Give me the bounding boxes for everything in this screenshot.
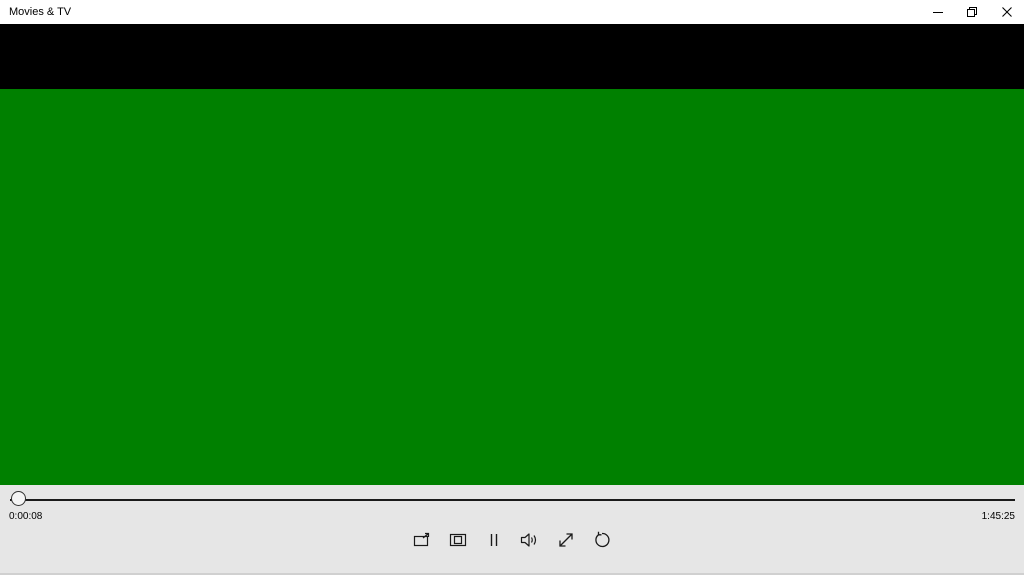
letterbox-bar [0,24,1024,89]
expand-icon [559,533,573,547]
minimize-button[interactable] [920,0,956,24]
volume-icon [520,533,537,547]
full-screen-button[interactable] [552,527,580,553]
title-bar[interactable]: Movies & TV [0,0,1024,24]
time-elapsed: 0:00:08 [9,511,43,522]
cast-to-device-button[interactable] [408,527,436,553]
movies-tv-window: Movies & TV 0:00:08 1:45:25 [0,0,1024,575]
volume-button[interactable] [516,527,544,553]
restore-button[interactable] [954,0,990,24]
repeat-button[interactable] [588,527,616,553]
video-surface[interactable] [0,89,1024,485]
cast-icon [413,532,430,547]
close-button[interactable] [989,0,1024,24]
minimize-icon [933,12,943,13]
seek-thumb[interactable] [11,491,27,506]
aspect-ratio-icon [449,533,467,547]
restore-icon [967,7,977,17]
transport-controls: 0:00:08 1:45:25 [0,485,1024,575]
time-total: 1:45:25 [981,511,1015,522]
app-title: Movies & TV [9,6,72,18]
pause-icon [490,534,498,546]
repeat-icon [595,531,610,548]
close-icon [1002,7,1012,17]
pause-button[interactable] [480,527,508,553]
seek-bar[interactable] [10,499,1015,501]
aspect-ratio-button[interactable] [444,527,472,553]
